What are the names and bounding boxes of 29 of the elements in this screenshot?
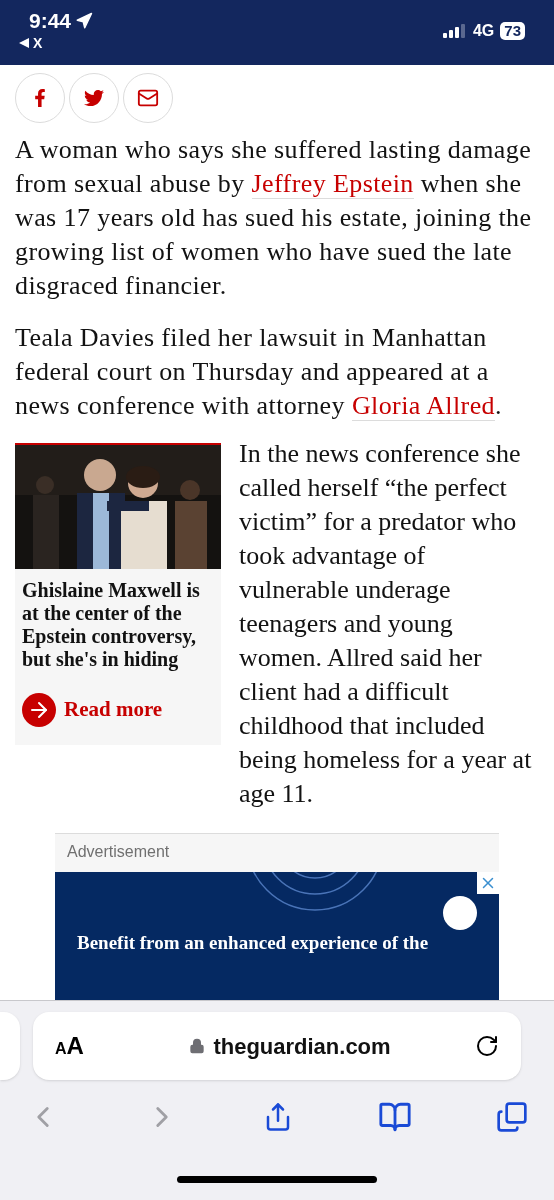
related-article-card[interactable]: Ghislaine Maxwell is at the center of the Epstein controversy, but she's in hiding Read more [15,443,221,745]
article-paragraph: A woman who says she suffered lasting damage from sexual abuse by Jeffrey Epstein when she was 17 years old has sued his estate, joining the growing list of women who have sued the late disgraced financier. [15,134,533,302]
battery-indicator: 73 [500,21,525,40]
email-icon [137,87,159,109]
advertisement-headline: Benefit from an enhanced experience of the [77,932,430,954]
twitter-icon [84,88,104,108]
share-button[interactable] [69,73,119,123]
article-link[interactable]: Gloria Allred [351,391,495,421]
related-caption: Ghislaine Maxwell is at the center of the Epstein controversy, but she's in hiding [22,579,201,671]
url-text: theguardian.com [213,1032,391,1061]
close-ad-button[interactable] [477,872,499,894]
text-size-button[interactable]: AA [55,1028,105,1064]
network-label: 4G [472,20,495,41]
share-button[interactable] [15,73,65,123]
share-button[interactable] [123,73,173,123]
read-more-link[interactable]: Read more [64,694,163,726]
reload-icon[interactable] [475,1034,499,1058]
tabs-icon[interactable] [496,1101,528,1133]
bookmarks-icon[interactable] [377,1100,412,1134]
advertisement-label: Advertisement [66,842,171,862]
article-paragraph: In the news conference she called herself “the perfect victim” for a predator who took advantage of vulnerable underage teenagers and young women. Allred said her client had a difficult childhood that included being homeless for a year at age 11. [239,438,533,810]
clock: 9:44 [29,8,72,34]
back-to-app-button[interactable]: X [19,34,94,52]
location-icon [75,12,94,30]
signal-icon [442,23,467,38]
article-link[interactable]: Jeffrey Epstein [251,169,414,199]
lock-icon [189,1037,206,1055]
address-bar[interactable]: AA theguardian.com [33,1012,521,1080]
article-paragraph: Teala Davies filed her lawsuit in Manhattan federal court on Thursday and appeared at a news conference with attorney Gloria Allred. [15,322,503,423]
